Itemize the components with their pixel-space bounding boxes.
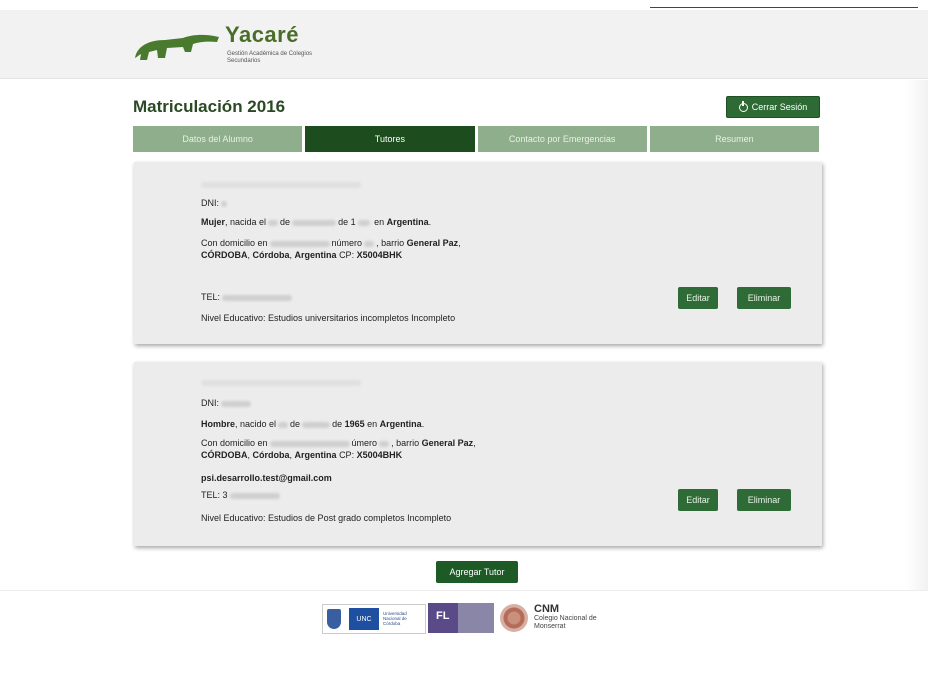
cnm-logo[interactable]: CNM Colegio Nacional de Monserrat bbox=[500, 602, 610, 634]
power-icon bbox=[738, 100, 748, 112]
shield-icon bbox=[327, 609, 341, 629]
unc-logo[interactable]: UNC Universidad Nacional de Córdoba bbox=[322, 604, 426, 634]
edit-button[interactable]: Editar bbox=[678, 287, 718, 309]
wizard-tabs: Datos del Alumno Tutores Contacto por Em… bbox=[133, 126, 819, 152]
crocodile-icon bbox=[135, 34, 219, 60]
education-line: Nivel Educativo: Estudios universitarios… bbox=[201, 313, 456, 323]
brand-name: Yacaré bbox=[225, 22, 299, 47]
divider bbox=[650, 7, 918, 8]
brand-subtitle: Gestión Académica de Colegios Secundario… bbox=[227, 51, 313, 64]
tab-datos-alumno[interactable]: Datos del Alumno bbox=[133, 126, 303, 152]
tab-contacto-emergencias[interactable]: Contacto por Emergencias bbox=[477, 126, 647, 152]
address-line: Con domicilio en número, barrio General P… bbox=[201, 238, 461, 248]
address-line: Con domicilio en úmero, barrio General Pa… bbox=[201, 438, 476, 448]
dni-line: DNI: bbox=[201, 198, 229, 208]
email-line: psi.desarrollo.test@gmail.com bbox=[201, 473, 332, 483]
city-line: CÓRDOBA, Córdoba, Argentina CP: X5004BHK bbox=[201, 250, 403, 260]
education-line: Nivel Educativo: Estudios de Post grado … bbox=[201, 513, 452, 523]
redacted-name bbox=[201, 182, 361, 188]
delete-button[interactable]: Eliminar bbox=[737, 287, 791, 309]
tab-tutores[interactable]: Tutores bbox=[305, 126, 475, 152]
unc-mark: UNC bbox=[349, 608, 379, 630]
fl-mark: FL bbox=[436, 610, 450, 622]
decorative-shade bbox=[905, 80, 928, 600]
tab-resumen[interactable]: Resumen bbox=[649, 126, 819, 152]
phone-line: TEL: 3 bbox=[201, 490, 282, 500]
redacted-name bbox=[201, 380, 361, 386]
delete-button[interactable]: Eliminar bbox=[737, 489, 791, 511]
edit-button[interactable]: Editar bbox=[678, 489, 718, 511]
logout-label: Cerrar Sesión bbox=[751, 102, 808, 112]
yacare-logo[interactable]: Yacaré Gestión Académica de Colegios Sec… bbox=[131, 22, 321, 70]
dni-line: DNI: bbox=[201, 398, 253, 408]
cnm-title: CNM bbox=[534, 603, 560, 615]
unc-name: Universidad Nacional de Córdoba bbox=[383, 611, 407, 626]
add-tutor-button[interactable]: Agregar Tutor bbox=[436, 561, 518, 583]
fl-side-panel bbox=[458, 603, 494, 633]
tutor-card: DNI: Hombre, nacido el de de 1965 en Argen… bbox=[134, 362, 822, 546]
phone-line: TEL: bbox=[201, 292, 294, 302]
birth-line: Hombre, nacido el de de 1965 en Argentina. bbox=[201, 419, 425, 429]
seal-icon bbox=[500, 604, 528, 632]
tutor-card: DNI: Mujer, nacida el de de 1 en Argentina… bbox=[134, 162, 822, 344]
cnm-subtitle: Colegio Nacional de Monserrat bbox=[534, 615, 597, 630]
fl-logo[interactable]: FL bbox=[428, 603, 494, 633]
page-title: Matriculación 2016 bbox=[133, 97, 286, 116]
top-strip bbox=[0, 0, 928, 10]
city-line: CÓRDOBA, Córdoba, Argentina CP: X5004BHK bbox=[201, 450, 403, 460]
birth-line: Mujer, nacida el de de 1 en Argentina. bbox=[201, 217, 432, 227]
logout-button[interactable]: Cerrar Sesión bbox=[726, 96, 820, 118]
